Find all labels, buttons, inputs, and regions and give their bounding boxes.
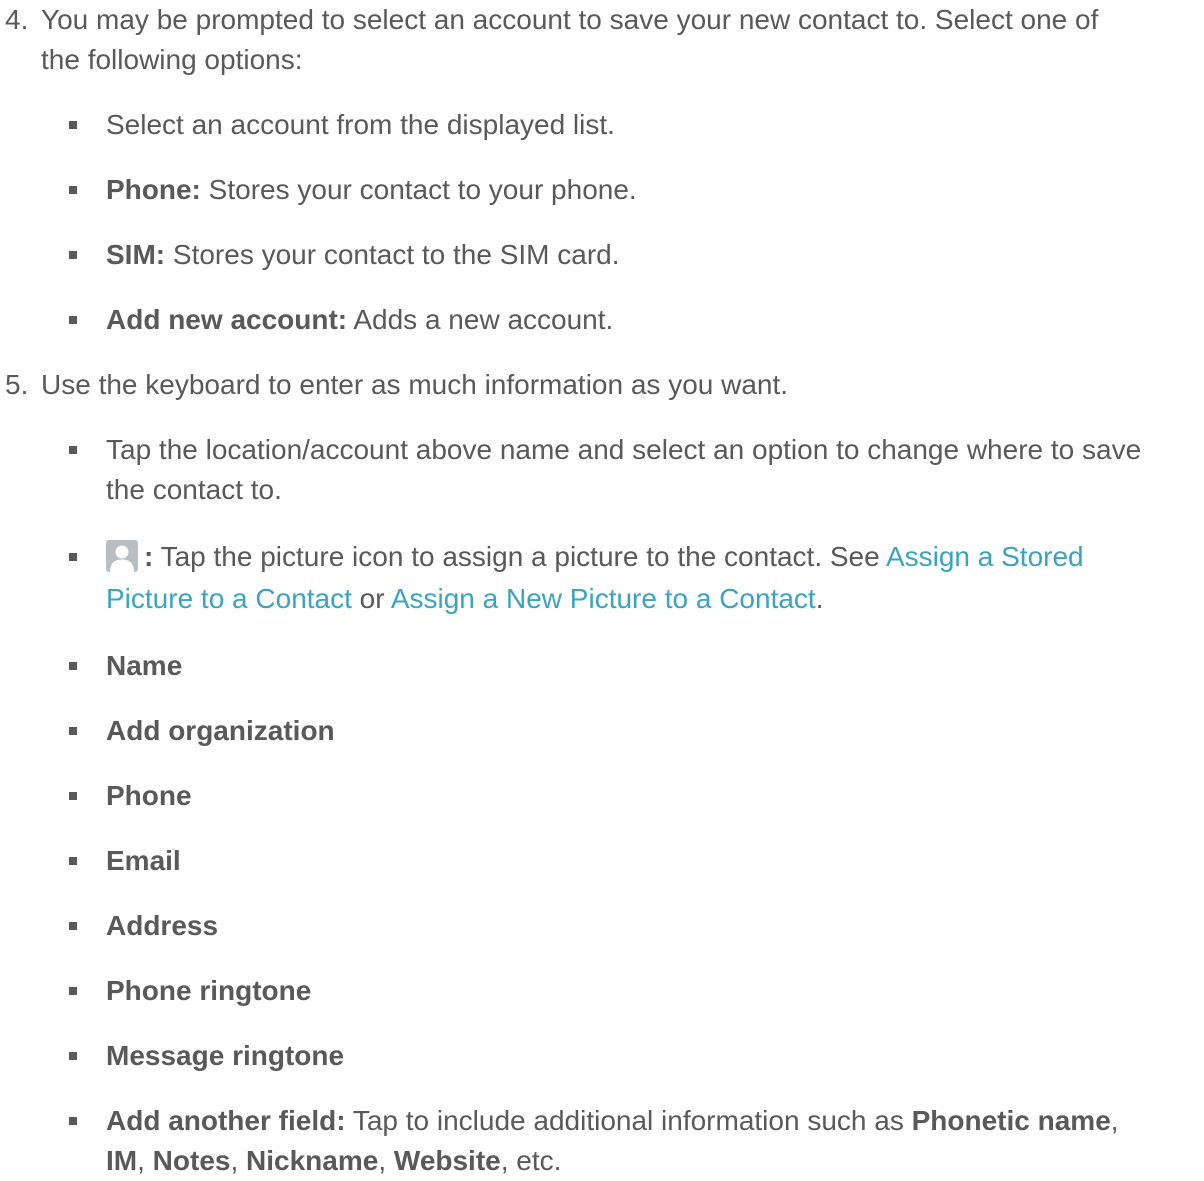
field-name: Address xyxy=(106,910,219,941)
separator: , xyxy=(378,1145,394,1176)
bullet-icon xyxy=(69,922,77,930)
step-text: Use the keyboard to enter as much inform… xyxy=(41,369,789,400)
document-page: 4. You may be prompted to select an acco… xyxy=(0,0,1204,1176)
field-name: Add organization xyxy=(106,715,335,746)
location-text: Tap the location/account above name and … xyxy=(106,434,1142,465)
contact-picture-icon xyxy=(106,540,138,572)
separator: , xyxy=(230,1145,247,1176)
bullet-icon xyxy=(69,727,77,735)
or-text: or xyxy=(351,583,391,614)
option-text: Stores your contact to the SIM card. xyxy=(165,239,620,270)
field-name: Phone ringtone xyxy=(106,975,312,1006)
add-another-field-continued: IM, Notes, Nickname, Website, etc. xyxy=(106,1141,561,1181)
bullet-icon xyxy=(69,857,77,865)
field-name: Phone xyxy=(106,780,192,811)
separator: , xyxy=(137,1145,153,1176)
separator: , xyxy=(1110,1105,1119,1136)
option-label: SIM: xyxy=(106,239,166,270)
option-label: Phone: xyxy=(106,174,201,205)
add-another-field-label: Add another field: xyxy=(106,1105,346,1136)
bullet-icon xyxy=(69,553,77,561)
option-text: Select an account from the displayed lis… xyxy=(106,109,615,140)
field-name: Email xyxy=(106,845,181,876)
bullet-icon xyxy=(69,987,77,995)
option-label: Add new account: xyxy=(106,304,348,335)
step-text: You may be prompted to select an account… xyxy=(41,4,1099,35)
bullet-icon xyxy=(69,1052,77,1060)
bullet-icon xyxy=(69,446,77,454)
bullet-icon xyxy=(69,251,77,259)
step-number: 4. xyxy=(5,4,29,35)
bullet-icon xyxy=(69,121,77,129)
bullet-icon xyxy=(69,1117,77,1125)
picture-colon: : xyxy=(144,541,154,572)
website-label: Website xyxy=(393,1145,501,1176)
assign-stored-picture-link-continued[interactable]: Picture to a Contact xyxy=(106,583,352,614)
step-text-continued: the following options: xyxy=(41,44,303,75)
nickname-label: Nickname xyxy=(246,1145,379,1176)
bullet-icon xyxy=(69,662,77,670)
period: . xyxy=(815,583,824,614)
field-name: Name xyxy=(106,650,183,681)
step-number: 5. xyxy=(5,369,29,400)
picture-text: Tap the picture icon to assign a picture… xyxy=(153,541,886,572)
option-text: Stores your contact to your phone. xyxy=(200,174,637,205)
option-text: Adds a new account. xyxy=(347,304,614,335)
assign-stored-picture-link[interactable]: Assign a Stored xyxy=(886,541,1084,572)
bullet-icon xyxy=(69,186,77,194)
etc-text: , etc. xyxy=(500,1145,562,1176)
location-text-continued: the contact to. xyxy=(106,474,282,505)
bullet-icon xyxy=(69,316,77,324)
im-label: IM xyxy=(106,1145,138,1176)
assign-new-picture-link[interactable]: Assign a New Picture to a Contact xyxy=(391,583,816,614)
bullet-icon xyxy=(69,792,77,800)
field-name: Message ringtone xyxy=(106,1040,345,1071)
add-another-field-text: Tap to include additional information su… xyxy=(345,1105,912,1136)
phonetic-name-label: Phonetic name xyxy=(911,1105,1111,1136)
notes-label: Notes xyxy=(152,1145,231,1176)
